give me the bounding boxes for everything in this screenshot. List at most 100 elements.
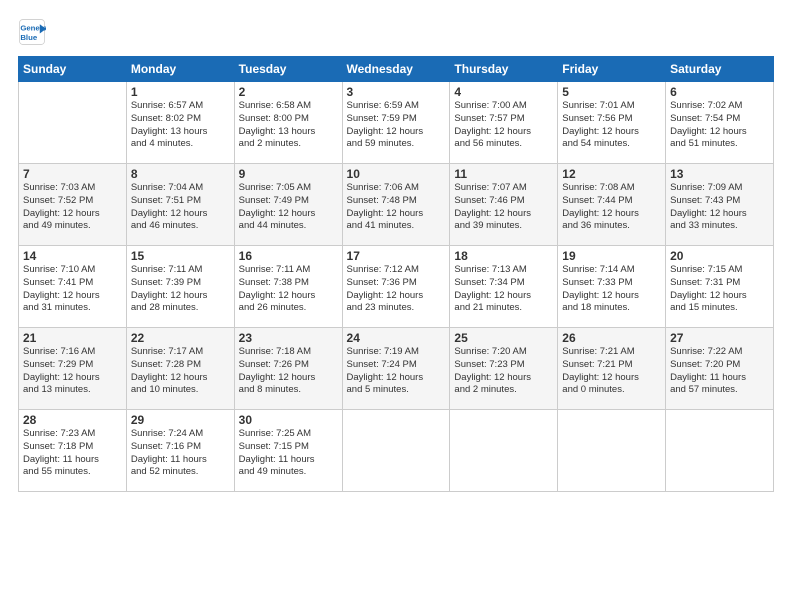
calendar-cell: 9Sunrise: 7:05 AM Sunset: 7:49 PM Daylig… [234, 164, 342, 246]
calendar-cell: 16Sunrise: 7:11 AM Sunset: 7:38 PM Dayli… [234, 246, 342, 328]
calendar-cell: 30Sunrise: 7:25 AM Sunset: 7:15 PM Dayli… [234, 410, 342, 492]
calendar-cell: 12Sunrise: 7:08 AM Sunset: 7:44 PM Dayli… [558, 164, 666, 246]
calendar-cell [558, 410, 666, 492]
day-number: 6 [670, 85, 769, 99]
day-info: Sunrise: 7:09 AM Sunset: 7:43 PM Dayligh… [670, 182, 769, 233]
calendar-cell: 6Sunrise: 7:02 AM Sunset: 7:54 PM Daylig… [666, 82, 774, 164]
day-info: Sunrise: 7:18 AM Sunset: 7:26 PM Dayligh… [239, 346, 338, 397]
calendar-cell: 21Sunrise: 7:16 AM Sunset: 7:29 PM Dayli… [19, 328, 127, 410]
calendar-table: SundayMondayTuesdayWednesdayThursdayFrid… [18, 56, 774, 492]
day-info: Sunrise: 7:16 AM Sunset: 7:29 PM Dayligh… [23, 346, 122, 397]
calendar-header-monday: Monday [126, 57, 234, 82]
day-number: 5 [562, 85, 661, 99]
day-info: Sunrise: 6:58 AM Sunset: 8:00 PM Dayligh… [239, 100, 338, 151]
calendar-header-tuesday: Tuesday [234, 57, 342, 82]
day-number: 10 [347, 167, 446, 181]
calendar-cell: 25Sunrise: 7:20 AM Sunset: 7:23 PM Dayli… [450, 328, 558, 410]
day-info: Sunrise: 7:11 AM Sunset: 7:39 PM Dayligh… [131, 264, 230, 315]
calendar-cell: 5Sunrise: 7:01 AM Sunset: 7:56 PM Daylig… [558, 82, 666, 164]
day-info: Sunrise: 7:12 AM Sunset: 7:36 PM Dayligh… [347, 264, 446, 315]
calendar-header-friday: Friday [558, 57, 666, 82]
calendar-header-sunday: Sunday [19, 57, 127, 82]
day-number: 23 [239, 331, 338, 345]
svg-text:Blue: Blue [20, 33, 38, 42]
calendar-cell: 8Sunrise: 7:04 AM Sunset: 7:51 PM Daylig… [126, 164, 234, 246]
day-info: Sunrise: 7:20 AM Sunset: 7:23 PM Dayligh… [454, 346, 553, 397]
day-number: 12 [562, 167, 661, 181]
day-number: 29 [131, 413, 230, 427]
calendar-cell: 14Sunrise: 7:10 AM Sunset: 7:41 PM Dayli… [19, 246, 127, 328]
day-number: 8 [131, 167, 230, 181]
calendar-cell: 4Sunrise: 7:00 AM Sunset: 7:57 PM Daylig… [450, 82, 558, 164]
day-number: 30 [239, 413, 338, 427]
day-info: Sunrise: 7:07 AM Sunset: 7:46 PM Dayligh… [454, 182, 553, 233]
day-number: 22 [131, 331, 230, 345]
day-info: Sunrise: 7:10 AM Sunset: 7:41 PM Dayligh… [23, 264, 122, 315]
calendar-week-row: 21Sunrise: 7:16 AM Sunset: 7:29 PM Dayli… [19, 328, 774, 410]
day-info: Sunrise: 7:04 AM Sunset: 7:51 PM Dayligh… [131, 182, 230, 233]
day-info: Sunrise: 7:01 AM Sunset: 7:56 PM Dayligh… [562, 100, 661, 151]
day-number: 24 [347, 331, 446, 345]
day-info: Sunrise: 7:13 AM Sunset: 7:34 PM Dayligh… [454, 264, 553, 315]
day-number: 21 [23, 331, 122, 345]
calendar-cell: 3Sunrise: 6:59 AM Sunset: 7:59 PM Daylig… [342, 82, 450, 164]
day-number: 3 [347, 85, 446, 99]
calendar-week-row: 1Sunrise: 6:57 AM Sunset: 8:02 PM Daylig… [19, 82, 774, 164]
calendar-cell: 27Sunrise: 7:22 AM Sunset: 7:20 PM Dayli… [666, 328, 774, 410]
calendar-cell: 24Sunrise: 7:19 AM Sunset: 7:24 PM Dayli… [342, 328, 450, 410]
calendar-week-row: 14Sunrise: 7:10 AM Sunset: 7:41 PM Dayli… [19, 246, 774, 328]
calendar-cell: 20Sunrise: 7:15 AM Sunset: 7:31 PM Dayli… [666, 246, 774, 328]
calendar-week-row: 7Sunrise: 7:03 AM Sunset: 7:52 PM Daylig… [19, 164, 774, 246]
day-number: 2 [239, 85, 338, 99]
page-header: General Blue [18, 18, 774, 46]
day-info: Sunrise: 7:14 AM Sunset: 7:33 PM Dayligh… [562, 264, 661, 315]
day-number: 20 [670, 249, 769, 263]
calendar-header-row: SundayMondayTuesdayWednesdayThursdayFrid… [19, 57, 774, 82]
day-info: Sunrise: 7:15 AM Sunset: 7:31 PM Dayligh… [670, 264, 769, 315]
calendar-cell [450, 410, 558, 492]
day-number: 13 [670, 167, 769, 181]
day-info: Sunrise: 7:05 AM Sunset: 7:49 PM Dayligh… [239, 182, 338, 233]
day-number: 7 [23, 167, 122, 181]
calendar-cell: 22Sunrise: 7:17 AM Sunset: 7:28 PM Dayli… [126, 328, 234, 410]
day-number: 15 [131, 249, 230, 263]
calendar-cell: 29Sunrise: 7:24 AM Sunset: 7:16 PM Dayli… [126, 410, 234, 492]
calendar-cell: 2Sunrise: 6:58 AM Sunset: 8:00 PM Daylig… [234, 82, 342, 164]
day-number: 17 [347, 249, 446, 263]
day-number: 27 [670, 331, 769, 345]
calendar-cell: 26Sunrise: 7:21 AM Sunset: 7:21 PM Dayli… [558, 328, 666, 410]
calendar-cell: 11Sunrise: 7:07 AM Sunset: 7:46 PM Dayli… [450, 164, 558, 246]
calendar-cell: 28Sunrise: 7:23 AM Sunset: 7:18 PM Dayli… [19, 410, 127, 492]
calendar-week-row: 28Sunrise: 7:23 AM Sunset: 7:18 PM Dayli… [19, 410, 774, 492]
day-info: Sunrise: 7:24 AM Sunset: 7:16 PM Dayligh… [131, 428, 230, 479]
day-info: Sunrise: 7:02 AM Sunset: 7:54 PM Dayligh… [670, 100, 769, 151]
day-number: 9 [239, 167, 338, 181]
calendar-cell [19, 82, 127, 164]
calendar-cell: 19Sunrise: 7:14 AM Sunset: 7:33 PM Dayli… [558, 246, 666, 328]
day-number: 18 [454, 249, 553, 263]
calendar-cell: 15Sunrise: 7:11 AM Sunset: 7:39 PM Dayli… [126, 246, 234, 328]
day-info: Sunrise: 6:57 AM Sunset: 8:02 PM Dayligh… [131, 100, 230, 151]
day-info: Sunrise: 7:21 AM Sunset: 7:21 PM Dayligh… [562, 346, 661, 397]
day-number: 19 [562, 249, 661, 263]
calendar-cell: 13Sunrise: 7:09 AM Sunset: 7:43 PM Dayli… [666, 164, 774, 246]
calendar-cell: 23Sunrise: 7:18 AM Sunset: 7:26 PM Dayli… [234, 328, 342, 410]
calendar-cell: 17Sunrise: 7:12 AM Sunset: 7:36 PM Dayli… [342, 246, 450, 328]
day-number: 4 [454, 85, 553, 99]
calendar-header-wednesday: Wednesday [342, 57, 450, 82]
logo: General Blue [18, 18, 50, 46]
calendar-cell: 18Sunrise: 7:13 AM Sunset: 7:34 PM Dayli… [450, 246, 558, 328]
calendar-header-saturday: Saturday [666, 57, 774, 82]
day-number: 28 [23, 413, 122, 427]
day-info: Sunrise: 7:23 AM Sunset: 7:18 PM Dayligh… [23, 428, 122, 479]
calendar-cell: 10Sunrise: 7:06 AM Sunset: 7:48 PM Dayli… [342, 164, 450, 246]
day-info: Sunrise: 7:19 AM Sunset: 7:24 PM Dayligh… [347, 346, 446, 397]
day-info: Sunrise: 7:17 AM Sunset: 7:28 PM Dayligh… [131, 346, 230, 397]
logo-icon: General Blue [18, 18, 46, 46]
day-info: Sunrise: 7:00 AM Sunset: 7:57 PM Dayligh… [454, 100, 553, 151]
calendar-cell: 7Sunrise: 7:03 AM Sunset: 7:52 PM Daylig… [19, 164, 127, 246]
day-number: 16 [239, 249, 338, 263]
day-number: 26 [562, 331, 661, 345]
calendar-cell [342, 410, 450, 492]
day-number: 25 [454, 331, 553, 345]
